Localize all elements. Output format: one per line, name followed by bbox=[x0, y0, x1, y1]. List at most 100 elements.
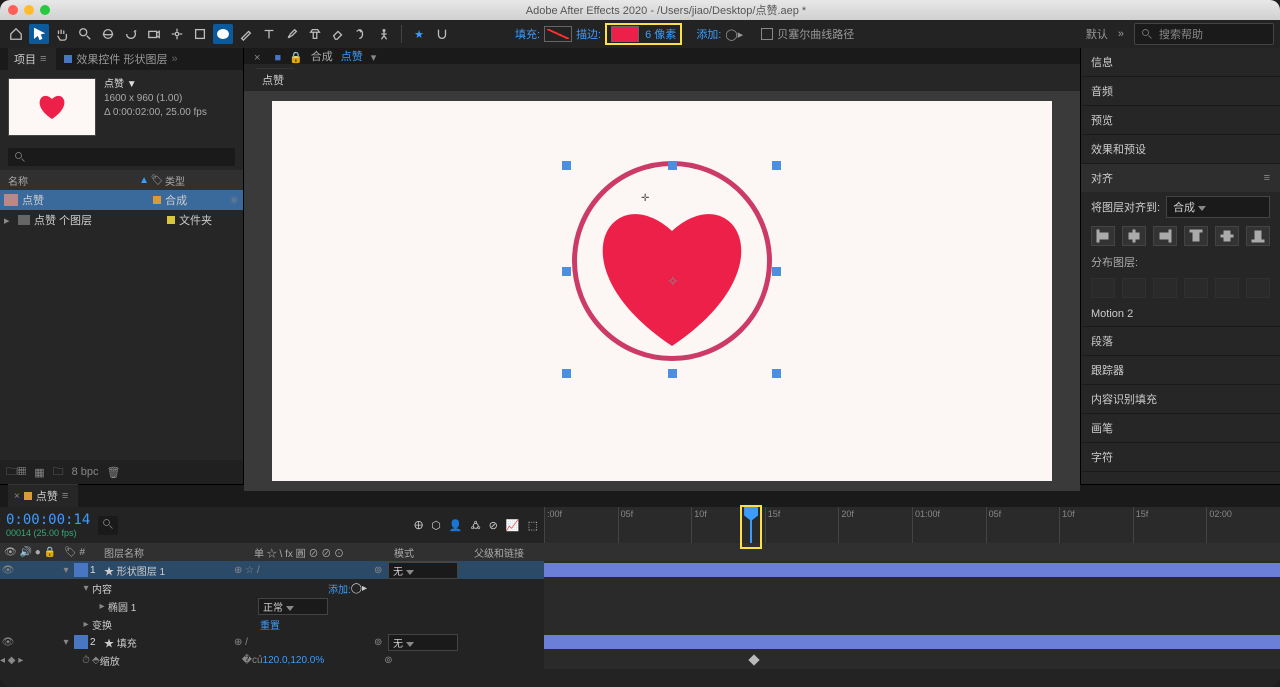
stroke-swatch[interactable] bbox=[611, 26, 639, 42]
clone-tool[interactable] bbox=[305, 24, 325, 44]
handle-br[interactable] bbox=[772, 369, 781, 378]
col-layer-name[interactable]: 图层名称 bbox=[100, 543, 250, 561]
hand-tool[interactable] bbox=[52, 24, 72, 44]
workspace-default[interactable]: 默认 bbox=[1086, 26, 1108, 42]
timeline-search[interactable] bbox=[98, 516, 118, 535]
label-color[interactable] bbox=[153, 196, 161, 204]
panel-contentaware[interactable]: 内容识别填充 bbox=[1081, 385, 1280, 414]
panel-audio[interactable]: 音频 bbox=[1081, 77, 1280, 106]
shape-ellipse-tool[interactable] bbox=[213, 24, 233, 44]
new-folder-icon[interactable]: 🗀 bbox=[53, 463, 64, 482]
new-comp-icon[interactable]: ▦ bbox=[34, 466, 44, 479]
stroke-width[interactable]: 6 像素 bbox=[645, 26, 676, 42]
tl-shy-icon[interactable]: 👤 bbox=[449, 519, 463, 532]
col-type[interactable]: 类型 bbox=[165, 173, 235, 188]
snap-icon[interactable] bbox=[432, 24, 452, 44]
tab-project[interactable]: 项目 ≡ bbox=[8, 47, 56, 70]
pickwhip-icon[interactable]: ⊚ bbox=[384, 655, 392, 666]
tl-icon-4[interactable]: 🜛 bbox=[471, 514, 481, 536]
layer-label[interactable] bbox=[74, 635, 88, 649]
interpret-icon[interactable]: 🗀▦ bbox=[6, 463, 26, 482]
layer-row-2[interactable]: 👁 ▾ 2 ★ 填充 ⊕ / ⊚ 无 bbox=[0, 633, 1280, 651]
panel-tracker[interactable]: 跟踪器 bbox=[1081, 356, 1280, 385]
shape-rect-tool[interactable] bbox=[190, 24, 210, 44]
prop-ellipse[interactable]: ▸ 椭圆 1 正常 bbox=[0, 597, 1280, 615]
comp-name[interactable]: 点赞 ▼ bbox=[104, 78, 207, 92]
add-menu-icon[interactable]: ◯▸ bbox=[725, 28, 743, 41]
close-window-button[interactable] bbox=[8, 5, 18, 15]
handle-bc[interactable] bbox=[668, 369, 677, 378]
add-content-button[interactable]: 添加: bbox=[328, 581, 351, 596]
add-label[interactable]: 添加: bbox=[696, 26, 721, 42]
eraser-tool[interactable] bbox=[328, 24, 348, 44]
parent-dropdown[interactable]: 无 bbox=[388, 562, 458, 579]
bpc-button[interactable]: 8 bpc bbox=[72, 466, 99, 478]
selection-tool[interactable] bbox=[29, 24, 49, 44]
roto-tool[interactable] bbox=[351, 24, 371, 44]
flowchart-icon[interactable]: ⚛ bbox=[229, 194, 239, 207]
anchor-tool[interactable] bbox=[167, 24, 187, 44]
fill-label[interactable]: 填充: bbox=[515, 26, 540, 42]
minimize-window-button[interactable] bbox=[24, 5, 34, 15]
tl-icon-2[interactable]: ⬡ bbox=[431, 519, 441, 532]
twirl[interactable]: ▾ bbox=[60, 637, 72, 648]
trash-icon[interactable]: 🗑 bbox=[107, 466, 121, 479]
current-time-indicator[interactable] bbox=[750, 507, 752, 543]
search-help[interactable]: 搜索帮助 bbox=[1134, 23, 1274, 45]
col-parent[interactable]: 父级和链接 bbox=[470, 543, 544, 561]
timeline-tab[interactable]: × 点赞 ≡ bbox=[8, 484, 78, 507]
align-bottom[interactable] bbox=[1246, 226, 1270, 246]
layer-bar[interactable] bbox=[544, 635, 1280, 649]
panel-character[interactable]: 字符 bbox=[1081, 443, 1280, 472]
bezier-checkbox[interactable] bbox=[761, 28, 773, 40]
align-left[interactable] bbox=[1091, 226, 1115, 246]
pen-tool[interactable] bbox=[236, 24, 256, 44]
align-to-dropdown[interactable]: 合成 bbox=[1166, 196, 1270, 218]
handle-bl[interactable] bbox=[562, 369, 571, 378]
workspace-menu-icon[interactable]: » bbox=[1118, 28, 1124, 40]
prop-scale[interactable]: ◂ ◆ ▸ ⏱ ⬘ 缩放 �củ 120.0,120.0% ⊚ bbox=[0, 651, 1280, 669]
panel-paragraph[interactable]: 段落 bbox=[1081, 327, 1280, 356]
handle-ml[interactable] bbox=[562, 267, 571, 276]
handle-mr[interactable] bbox=[772, 267, 781, 276]
tl-icon-1[interactable]: 🜨 bbox=[414, 514, 423, 536]
ellipse-mode[interactable]: 正常 bbox=[258, 598, 328, 615]
tl-icon-5[interactable]: ⊘ bbox=[489, 519, 498, 532]
reset-transform[interactable]: 重置 bbox=[260, 617, 280, 632]
home-icon[interactable] bbox=[6, 24, 26, 44]
align-right[interactable] bbox=[1153, 226, 1177, 246]
canvas[interactable]: ✧ ✛ bbox=[272, 101, 1052, 481]
project-item-folder[interactable]: ▸ 点赞 个图层 文件夹 bbox=[0, 210, 243, 230]
layer-name[interactable]: 形状图层 1 bbox=[117, 567, 165, 578]
pickwhip-icon[interactable]: ⊚ bbox=[374, 637, 388, 648]
lock-icon[interactable]: 🔒 bbox=[289, 51, 303, 64]
bezier-option[interactable]: 贝塞尔曲线路径 bbox=[761, 26, 854, 42]
align-vcenter[interactable] bbox=[1215, 226, 1239, 246]
panel-effects-presets[interactable]: 效果和预设 bbox=[1081, 135, 1280, 164]
viewer-comp-link[interactable]: 点赞 bbox=[341, 48, 363, 64]
current-time[interactable]: 0:00:00:14 bbox=[6, 512, 90, 528]
orbit-tool[interactable] bbox=[98, 24, 118, 44]
fill-swatch[interactable] bbox=[544, 26, 572, 42]
handle-tl[interactable] bbox=[562, 161, 571, 170]
rotate-tool[interactable] bbox=[121, 24, 141, 44]
project-search[interactable] bbox=[8, 148, 235, 166]
zoom-window-button[interactable] bbox=[40, 5, 50, 15]
tab-effect-controls[interactable]: 效果控件 形状图层 » bbox=[58, 47, 187, 70]
layer-name[interactable]: 填充 bbox=[117, 639, 137, 650]
project-item-comp[interactable]: 点赞 合成 ⚛ bbox=[0, 190, 243, 210]
visibility-toggle[interactable]: 👁 bbox=[0, 565, 16, 576]
twirl[interactable]: ▾ bbox=[60, 565, 72, 576]
align-top[interactable] bbox=[1184, 226, 1208, 246]
col-mode[interactable]: 模式 bbox=[390, 543, 470, 561]
panel-align-header[interactable]: 对齐≡ bbox=[1081, 164, 1280, 192]
label-color[interactable] bbox=[167, 216, 175, 224]
tl-graph-icon[interactable]: 📈 bbox=[506, 519, 520, 532]
panel-motion2[interactable]: Motion 2 bbox=[1081, 302, 1280, 327]
type-tool[interactable] bbox=[259, 24, 279, 44]
prop-transform[interactable]: ▸ 变换 重置 bbox=[0, 615, 1280, 633]
camera-tool[interactable] bbox=[144, 24, 164, 44]
time-ruler[interactable]: :00f05f10f 15f20f01:00f 05f10f15f 02:00 bbox=[544, 507, 1280, 543]
tl-icon-7[interactable]: ⬚ bbox=[528, 519, 538, 532]
panel-brush[interactable]: 画笔 bbox=[1081, 414, 1280, 443]
